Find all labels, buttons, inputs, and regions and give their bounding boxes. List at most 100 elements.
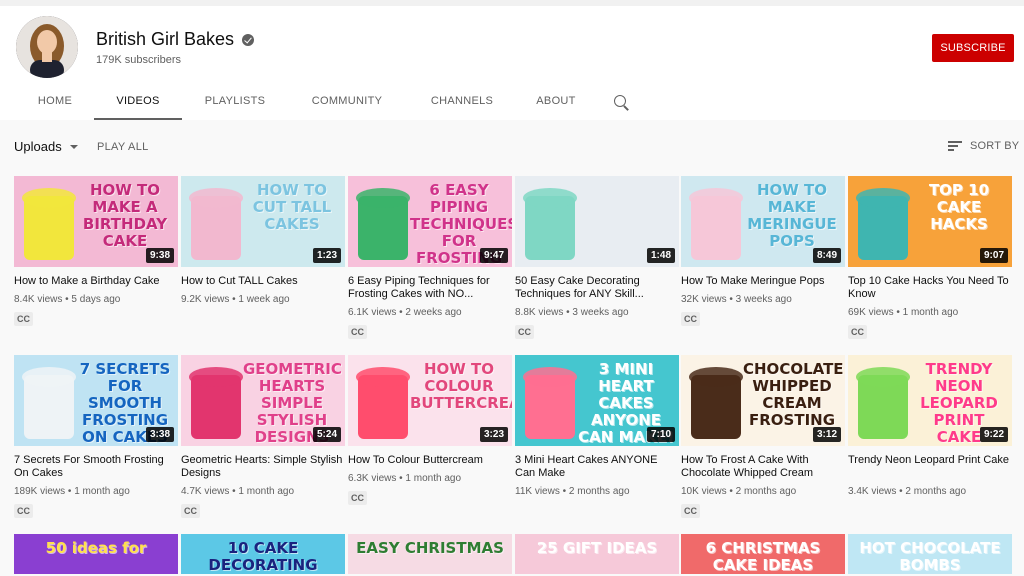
video-thumbnail[interactable]: CHOCOLATE WHIPPED CREAM FROSTING 3:12: [681, 355, 845, 446]
video-card[interactable]: 3 MINI HEART CAKES ANYONE CAN MAKE! 7:10 3…: [515, 355, 679, 498]
video-thumbnail[interactable]: 50 ideas for: [14, 534, 178, 574]
channel-title-row: British Girl Bakes: [96, 29, 255, 50]
video-card[interactable]: CHOCOLATE WHIPPED CREAM FROSTING 3:12 How …: [681, 355, 845, 519]
video-title[interactable]: How To Frost A Cake With Chocolate Whipp…: [681, 454, 845, 480]
video-card[interactable]: 10 CAKE DECORATING: [181, 534, 345, 574]
video-age: 2 months ago: [905, 486, 967, 497]
cc-badge: CC: [348, 491, 367, 505]
video-card[interactable]: 6 EASY PIPING TECHNIQUES FOR FROSTING CA…: [348, 176, 512, 340]
caret-down-icon: [69, 144, 78, 149]
meta-separator: •: [559, 486, 569, 497]
thumbnail-text: CHOCOLATE WHIPPED CREAM FROSTING: [743, 360, 844, 429]
tab-videos[interactable]: VIDEOS: [94, 82, 182, 120]
video-views: 6.1K views: [348, 307, 397, 318]
video-age: 1 month ago: [405, 473, 462, 484]
video-title[interactable]: How to Cut TALL Cakes: [181, 275, 345, 288]
video-thumbnail[interactable]: HOW TO CUT TALL CAKES 1:23: [181, 176, 345, 267]
video-card[interactable]: TRENDY NEON LEOPARD PRINT CAKE 9:22 Trendy…: [848, 355, 1012, 498]
video-card[interactable]: 7 SECRETS FOR SMOOTH FROSTING ON CAKES 3:…: [14, 355, 178, 519]
channel-header: British Girl Bakes 179K subscribers SUBS…: [0, 0, 1024, 120]
cc-badge: CC: [14, 504, 33, 518]
tab-playlists[interactable]: PLAYLISTS: [182, 82, 288, 120]
tab-search[interactable]: [594, 82, 646, 120]
video-thumbnail[interactable]: 3 MINI HEART CAKES ANYONE CAN MAKE! 7:10: [515, 355, 679, 446]
video-title[interactable]: 50 Easy Cake Decorating Techniques for A…: [515, 275, 679, 301]
video-age: 1 month ago: [238, 486, 295, 497]
video-title[interactable]: How to Make a Birthday Cake: [14, 275, 178, 288]
video-card[interactable]: EASY CHRISTMAS: [348, 534, 512, 574]
video-title[interactable]: Geometric Hearts: Simple Stylish Designs: [181, 454, 345, 480]
channel-avatar[interactable]: [16, 16, 78, 78]
video-thumbnail[interactable]: 6 CHRISTMAS CAKE IDEAS: [681, 534, 845, 574]
masthead-edge: [0, 0, 1024, 6]
meta-separator: •: [65, 486, 75, 497]
video-meta: 6.1K views • 2 weeks ago: [348, 306, 512, 319]
video-card[interactable]: HOW TO MAKE MERINGUE POPS 8:49 How To Make…: [681, 176, 845, 327]
thumbnail-text: TOP 10 CAKE HACKS: [928, 181, 990, 233]
video-duration: 7:10: [646, 427, 675, 442]
video-views: 8.8K views: [515, 307, 564, 318]
video-title[interactable]: 7 Secrets For Smooth Frosting On Cakes: [14, 454, 178, 480]
video-title[interactable]: Top 10 Cake Hacks You Need To Know: [848, 275, 1012, 301]
video-card[interactable]: HOW TO COLOUR BUTTERCREAM 3:23 How To Colo…: [348, 355, 512, 506]
video-card[interactable]: 1:48 50 Easy Cake Decorating Techniques f…: [515, 176, 679, 340]
video-meta: 4.7K views • 1 month ago: [181, 485, 345, 498]
video-thumbnail[interactable]: TRENDY NEON LEOPARD PRINT CAKE 9:22: [848, 355, 1012, 446]
tab-home[interactable]: HOME: [16, 82, 94, 120]
video-age: 2 weeks ago: [405, 307, 462, 318]
sort-by-button[interactable]: SORT BY: [948, 140, 1019, 152]
video-title[interactable]: How To Make Meringue Pops: [681, 275, 845, 288]
channel-tabs: HOME VIDEOS PLAYLISTS COMMUNITY CHANNELS…: [16, 82, 646, 120]
video-thumbnail[interactable]: 7 SECRETS FOR SMOOTH FROSTING ON CAKES 3:…: [14, 355, 178, 446]
video-card[interactable]: 25 GIFT IDEAS: [515, 534, 679, 574]
video-card[interactable]: 6 CHRISTMAS CAKE IDEAS: [681, 534, 845, 574]
video-thumbnail[interactable]: TOP 10 CAKE HACKS 9:07: [848, 176, 1012, 267]
video-card[interactable]: 50 ideas for: [14, 534, 178, 574]
video-card[interactable]: HOW TO MAKE A BIRTHDAY CAKE 9:38 How to Ma…: [14, 176, 178, 327]
search-icon: [614, 95, 626, 107]
video-thumbnail[interactable]: 1:48: [515, 176, 679, 267]
video-thumbnail[interactable]: HOT CHOCOLATE BOMBS: [848, 534, 1012, 574]
video-thumbnail[interactable]: HOW TO MAKE MERINGUE POPS 8:49: [681, 176, 845, 267]
uploads-dropdown[interactable]: Uploads: [14, 139, 78, 154]
video-meta: 11K views • 2 months ago: [515, 485, 679, 498]
video-meta: 10K views • 2 months ago: [681, 485, 845, 498]
tab-community[interactable]: COMMUNITY: [288, 82, 406, 120]
video-duration: 5:24: [312, 427, 341, 442]
tab-channels[interactable]: CHANNELS: [406, 82, 518, 120]
video-age: 2 months ago: [568, 486, 630, 497]
video-title[interactable]: How To Colour Buttercream: [348, 454, 512, 467]
video-thumbnail[interactable]: HOW TO MAKE A BIRTHDAY CAKE 9:38: [14, 176, 178, 267]
video-meta: 8.8K views • 3 weeks ago: [515, 306, 679, 319]
video-thumbnail[interactable]: 6 EASY PIPING TECHNIQUES FOR FROSTING CA…: [348, 176, 512, 267]
video-card[interactable]: GEOMETRIC HEARTS SIMPLE STYLISH DESIGNS 5…: [181, 355, 345, 519]
video-title[interactable]: 3 Mini Heart Cakes ANYONE Can Make: [515, 454, 679, 480]
play-all-button[interactable]: PLAY ALL: [97, 141, 149, 153]
video-views: 9.2K views: [181, 294, 230, 305]
video-title[interactable]: Trendy Neon Leopard Print Cake: [848, 454, 1012, 480]
video-thumbnail[interactable]: 25 GIFT IDEAS: [515, 534, 679, 574]
video-card[interactable]: TOP 10 CAKE HACKS 9:07 Top 10 Cake Hacks Y…: [848, 176, 1012, 340]
video-age: 1 month ago: [74, 486, 130, 497]
video-title[interactable]: 6 Easy Piping Techniques for Frosting Ca…: [348, 275, 512, 301]
video-views: 69K views: [848, 307, 894, 318]
video-card[interactable]: HOT CHOCOLATE BOMBS: [848, 534, 1012, 574]
subscriber-count: 179K subscribers: [96, 54, 181, 66]
verified-icon: [242, 33, 255, 46]
meta-separator: •: [726, 294, 736, 305]
videos-toolbar: Uploads PLAY ALL SORT BY: [0, 128, 1024, 164]
video-meta: 189K views • 1 month ago: [14, 485, 178, 498]
subscribe-button[interactable]: SUBSCRIBE: [932, 34, 1014, 62]
video-thumbnail[interactable]: GEOMETRIC HEARTS SIMPLE STYLISH DESIGNS 5…: [181, 355, 345, 446]
tab-about[interactable]: ABOUT: [518, 82, 594, 120]
video-thumbnail[interactable]: HOW TO COLOUR BUTTERCREAM 3:23: [348, 355, 512, 446]
video-views: 6.3K views: [348, 473, 397, 484]
video-duration: 9:38: [145, 248, 174, 263]
video-thumbnail[interactable]: 10 CAKE DECORATING: [181, 534, 345, 574]
video-thumbnail[interactable]: EASY CHRISTMAS: [348, 534, 512, 574]
video-age: 1 month ago: [902, 307, 959, 318]
thumbnail-text: HOW TO MAKE MERINGUE POPS: [747, 181, 837, 250]
video-duration: 9:47: [479, 248, 508, 263]
video-card[interactable]: HOW TO CUT TALL CAKES 1:23 How to Cut TALL…: [181, 176, 345, 306]
video-duration: 1:48: [646, 248, 675, 263]
